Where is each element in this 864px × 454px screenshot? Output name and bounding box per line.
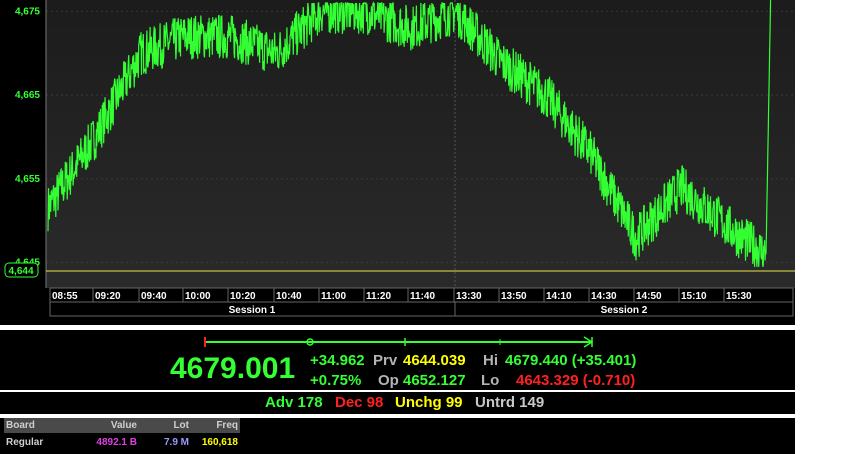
x-tick-label: 13:30: [456, 291, 482, 302]
x-tick-label: 14:30: [591, 291, 617, 302]
prev-label: Prv: [373, 352, 398, 369]
board-summary-table: Board Value Lot Freq Regular 4892.1 B 7.…: [0, 418, 795, 454]
last-price: 4679.001: [170, 352, 296, 385]
x-tick-label: 13:50: [501, 291, 527, 302]
x-tick-label: 11:00: [321, 291, 346, 302]
session-1-label: Session 1: [229, 305, 276, 316]
board-name-cell: Regular: [6, 437, 44, 448]
x-tick-label: 11:40: [410, 291, 435, 302]
untraded: Untrd 149: [475, 394, 545, 411]
board-header: Board: [4, 418, 107, 433]
prev-value: 4644.039: [403, 352, 466, 369]
x-tick-label: 11:20: [366, 291, 391, 302]
y-tick-label: 4,675: [15, 6, 40, 17]
y-tick-label: 4,665: [15, 90, 40, 101]
x-tick-label: 10:40: [276, 291, 302, 302]
change-value: +34.962: [310, 352, 365, 369]
x-tick-label: 15:30: [726, 291, 752, 302]
lot-cell: 7.9 M: [163, 437, 189, 448]
y-tick-label: 4,655: [15, 174, 40, 185]
value-header: Value: [107, 418, 139, 433]
intraday-chart-panel[interactable]: 4,6754,6654,6554,645 4,644 08:5509:2009:…: [0, 0, 795, 325]
x-tick-label: 15:10: [681, 291, 707, 302]
x-tick-label: 14:50: [636, 291, 662, 302]
open-label: Op: [378, 372, 399, 389]
low-value: 4643.329 (-0.710): [516, 372, 636, 389]
intraday-chart[interactable]: 4,6754,6654,6554,645 4,644 08:5509:2009:…: [0, 0, 795, 325]
advancers: Adv 178: [265, 394, 323, 411]
unchanged: Unchg 99: [395, 394, 463, 411]
x-tick-label: 09:40: [141, 291, 167, 302]
range-indicator: [204, 336, 594, 348]
x-tick-label: 10:20: [230, 291, 256, 302]
market-breadth-bar: Adv 178 Dec 98 Unchg 99 Untrd 149: [0, 392, 795, 414]
freq-header: Freq: [191, 418, 240, 433]
session-2-label: Session 2: [601, 305, 648, 316]
freq-cell: 160,618: [201, 437, 238, 448]
x-tick-label: 10:00: [185, 291, 211, 302]
open-value: 4652.127: [403, 372, 466, 389]
lot-header: Lot: [139, 418, 191, 433]
x-tick-label: 09:20: [95, 291, 121, 302]
high-value: 4679.440 (+35.401): [505, 352, 637, 369]
last-value-marker-label: 4,644: [8, 266, 33, 277]
value-cell: 4892.1 B: [96, 437, 137, 448]
high-label: Hi: [483, 352, 498, 369]
low-label: Lo: [481, 372, 500, 389]
x-tick-label: 08:55: [52, 291, 78, 302]
decliners: Dec 98: [335, 394, 384, 411]
change-percent: +0.75%: [310, 372, 362, 389]
x-tick-label: 14:10: [546, 291, 572, 302]
